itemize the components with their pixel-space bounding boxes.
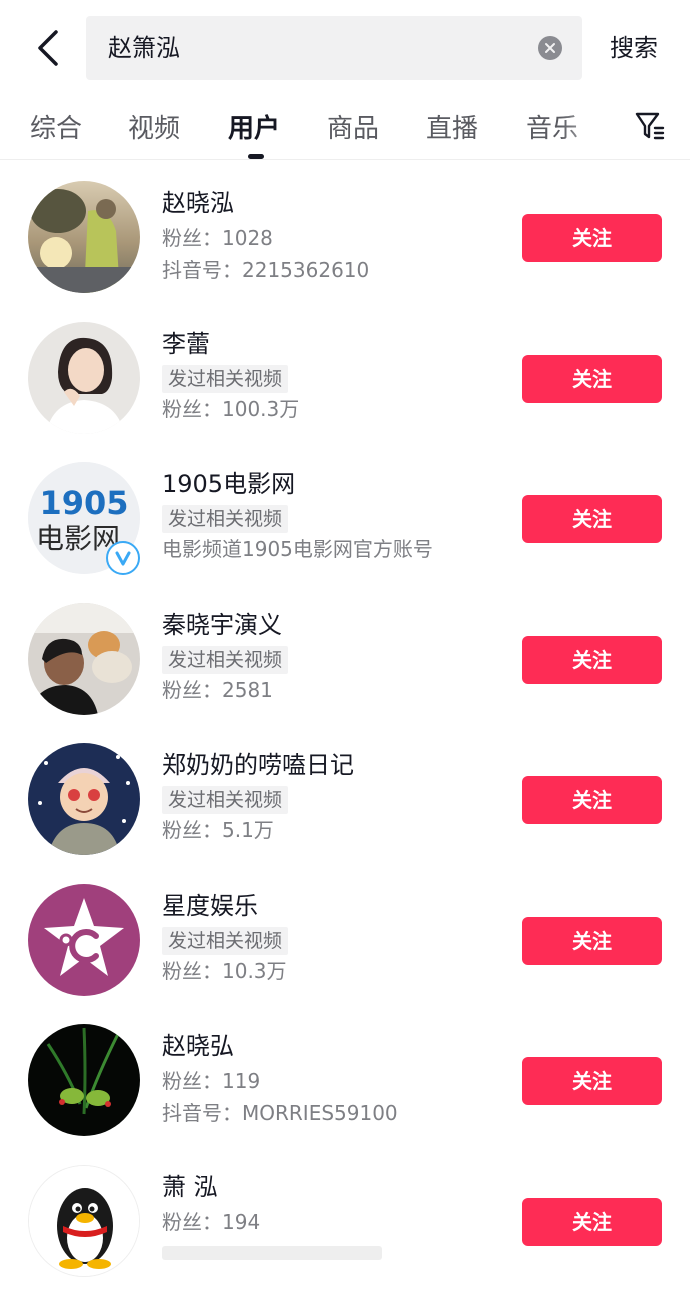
fans-count: 粉丝：2581	[162, 677, 273, 702]
tab-products[interactable]: 商品	[327, 108, 379, 145]
user-name: 李蕾	[162, 329, 210, 358]
grandma-cartoon-avatar[interactable]	[28, 743, 140, 855]
back-button[interactable]	[26, 22, 70, 74]
user-name: 1905电影网	[162, 470, 296, 498]
user-info: 赵晓泓 粉丝：1028 抖音号：2215362610	[162, 184, 502, 286]
logo-text-1905: 1905	[39, 484, 128, 522]
user-results-list: 赵晓泓 粉丝：1028 抖音号：2215362610 关注 李蕾 发过相关视频 …	[0, 170, 690, 1294]
plant-photo-avatar[interactable]	[28, 1024, 140, 1136]
user-name: 赵晓泓	[162, 189, 234, 217]
tab-music[interactable]: 音乐	[526, 108, 578, 145]
user-info: 郑奶奶的唠嗑日记 发过相关视频 粉丝：5.1万	[162, 746, 502, 846]
fans-count: 粉丝：10.3万	[162, 958, 287, 983]
related-video-tag: 发过相关视频	[162, 505, 289, 533]
list-item[interactable]: 星度娱乐 发过相关视频 粉丝：10.3万 关注	[0, 873, 690, 1014]
related-video-tag: 发过相关视频	[162, 926, 289, 955]
chevron-left-icon	[38, 30, 58, 66]
user-info: 李蕾 发过相关视频 粉丝：100.3万	[162, 325, 502, 425]
user-name: 赵晓弘	[162, 1032, 234, 1060]
search-button[interactable]: 搜索	[610, 28, 658, 63]
list-item[interactable]: 李蕾 发过相关视频 粉丝：100.3万 关注	[0, 311, 690, 452]
list-item[interactable]: 赵晓弘 粉丝：119 抖音号：MORRIES59100 关注	[0, 1013, 690, 1154]
user-name: 秦晓宇演义	[162, 610, 282, 639]
related-video-tag: 发过相关视频	[162, 786, 289, 814]
search-input[interactable]: 赵箫泓	[86, 16, 582, 80]
user-info: 赵晓弘 粉丝：119 抖音号：MORRIES59100	[162, 1027, 502, 1129]
top-bar: 赵箫泓 搜索	[0, 0, 690, 95]
user-info: 秦晓宇演义 发过相关视频 粉丝：2581	[162, 606, 502, 706]
fans-count: 粉丝：100.3万	[162, 396, 300, 421]
follow-button[interactable]: 关注	[522, 635, 662, 684]
filter-icon	[635, 112, 665, 140]
blurred-text	[162, 1245, 382, 1260]
follow-button[interactable]: 关注	[522, 1197, 662, 1246]
tab-users[interactable]: 用户	[228, 108, 280, 145]
follow-button[interactable]: 关注	[522, 495, 662, 543]
list-item[interactable]: 萧 泓 粉丝：194 关注	[0, 1154, 690, 1295]
user-name: 萧 泓	[162, 1172, 218, 1201]
follow-button[interactable]: 关注	[522, 214, 662, 262]
user-info: 星度娱乐 发过相关视频 粉丝：10.3万	[162, 887, 502, 987]
woman-portrait-avatar[interactable]	[28, 321, 140, 434]
fans-count: 粉丝：194	[162, 1209, 261, 1234]
qq-penguin-avatar[interactable]	[28, 1164, 140, 1277]
active-tab-indicator	[248, 154, 264, 159]
verified-badge	[106, 541, 140, 575]
follow-button[interactable]: 关注	[522, 916, 662, 965]
star-logo-avatar[interactable]	[28, 883, 140, 996]
filter-button[interactable]	[634, 110, 666, 142]
man-with-cat-avatar[interactable]	[28, 602, 140, 715]
follow-button[interactable]: 关注	[522, 776, 662, 824]
follow-button[interactable]: 关注	[522, 354, 662, 403]
user-name: 星度娱乐	[162, 891, 258, 920]
follow-button[interactable]: 关注	[522, 1057, 662, 1105]
user-name: 郑奶奶的唠嗑日记	[162, 751, 354, 779]
related-video-tag: 发过相关视频	[162, 645, 289, 674]
account-description: 电影频道1905电影网官方账号	[162, 537, 433, 561]
fans-count: 粉丝：1028	[162, 226, 273, 250]
tab-live[interactable]: 直播	[426, 108, 478, 145]
search-tabs: 综合 视频 用户 商品 直播 音乐	[0, 96, 690, 160]
related-video-tag: 发过相关视频	[162, 364, 289, 393]
verified-check-icon	[115, 551, 131, 566]
user-info: 1905电影网 发过相关视频 电影频道1905电影网官方账号	[162, 465, 502, 565]
list-item[interactable]: 1905 电影网 1905电影网 发过相关视频 电影频道1905电影网官方账号 …	[0, 451, 690, 592]
list-item[interactable]: 赵晓泓 粉丝：1028 抖音号：2215362610 关注	[0, 170, 690, 311]
douyin-id: 抖音号：MORRIES59100	[162, 1101, 398, 1125]
outdoor-photo-avatar[interactable]	[28, 181, 140, 293]
search-query-text: 赵箫泓	[108, 34, 180, 62]
list-item[interactable]: 郑奶奶的唠嗑日记 发过相关视频 粉丝：5.1万 关注	[0, 732, 690, 873]
clear-search-button[interactable]	[538, 36, 562, 60]
close-icon	[545, 43, 555, 53]
list-item[interactable]: 秦晓宇演义 发过相关视频 粉丝：2581 关注	[0, 592, 690, 733]
fans-count: 粉丝：119	[162, 1069, 261, 1093]
tab-general[interactable]: 综合	[30, 108, 82, 145]
user-info: 萧 泓 粉丝：194	[162, 1168, 502, 1264]
douyin-id: 抖音号：2215362610	[162, 258, 370, 282]
tab-videos[interactable]: 视频	[128, 108, 180, 145]
fans-count: 粉丝：5.1万	[162, 818, 274, 842]
